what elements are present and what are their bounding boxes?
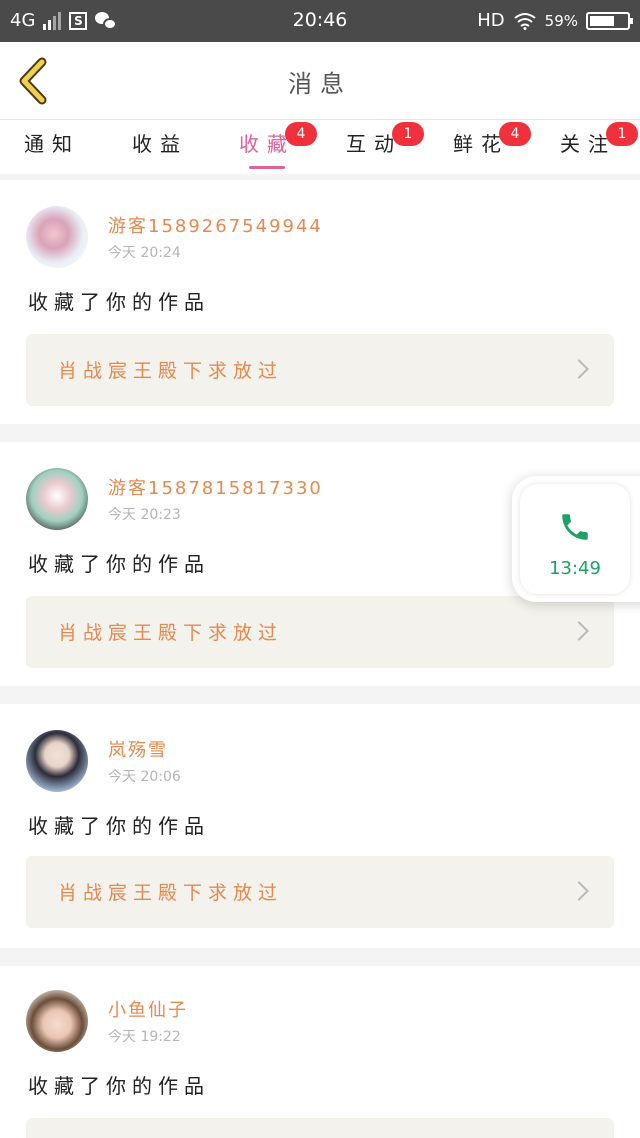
call-duration: 13:49 [549,558,601,579]
message-action: 收藏了你的作品 [28,1074,210,1098]
tab-badge: 4 [285,122,317,146]
message-card: 游客1589267549944 今天 20:24 收藏了你的作品 肖战宸王殿下求… [0,180,640,424]
battery-percent: 59% [544,11,578,30]
ongoing-call-widget[interactable]: 13:49 [512,476,640,602]
avatar[interactable] [26,206,88,268]
message-card: 岚殇雪 今天 20:06 收藏了你的作品 肖战宸王殿下求放过 [0,704,640,948]
message-action: 收藏了你的作品 [28,814,210,838]
message-time: 今天 19:22 [108,1029,181,1045]
active-tab-indicator [249,166,285,169]
tab-flowers[interactable]: 鲜花 4 [441,122,531,157]
battery-icon [586,11,633,30]
work-link[interactable]: 肖战宸王殿下求放过 [26,596,614,668]
username[interactable]: 游客1587815817330 [108,474,323,500]
chevron-right-icon [569,621,589,641]
work-title: 肖战宸王殿下求放过 [58,622,284,644]
message-time: 今天 20:23 [108,507,181,523]
message-time: 今天 20:06 [108,769,181,785]
work-link[interactable] [26,1118,614,1138]
page-title: 消息 [288,70,352,98]
tab-interactions[interactable]: 互动 1 [334,122,424,157]
avatar[interactable] [26,468,88,530]
tab-earnings[interactable]: 收益 [120,128,200,157]
work-title: 肖战宸王殿下求放过 [58,360,284,382]
username[interactable]: 岚殇雪 [108,736,168,762]
status-bar: 4G S 20:46 HD 59% [0,0,640,42]
top-bar: 消息 [0,42,640,120]
tab-bar: 通知 收益 收藏 4 互动 1 鲜花 4 关注 1 [0,120,640,174]
phone-icon [562,514,588,540]
message-action: 收藏了你的作品 [28,290,210,314]
avatar[interactable] [26,730,88,792]
tab-badge: 1 [392,122,424,146]
tab-label: 收益 [132,132,188,156]
chevron-right-icon [569,881,589,901]
message-card: 小鱼仙子 今天 19:22 收藏了你的作品 [0,966,640,1138]
tab-label: 通知 [24,132,80,156]
work-title: 肖战宸王殿下求放过 [58,882,284,904]
avatar[interactable] [26,990,88,1052]
hd-indicator: HD [477,10,505,31]
tab-notifications[interactable]: 通知 [12,128,92,157]
call-button[interactable]: 13:49 [520,484,630,594]
work-link[interactable]: 肖战宸王殿下求放过 [26,334,614,406]
tab-following[interactable]: 关注 1 [548,122,638,157]
tab-favorites[interactable]: 收藏 4 [227,122,317,169]
status-right: HD 59% [477,10,633,31]
chevron-right-icon [569,359,589,379]
work-link[interactable]: 肖战宸王殿下求放过 [26,856,614,928]
message-action: 收藏了你的作品 [28,552,210,576]
tab-badge: 4 [499,122,531,146]
wifi-icon [514,12,536,30]
message-time: 今天 20:24 [108,245,181,261]
username[interactable]: 小鱼仙子 [108,996,188,1022]
tab-badge: 1 [606,122,638,146]
username[interactable]: 游客1589267549944 [108,212,323,238]
